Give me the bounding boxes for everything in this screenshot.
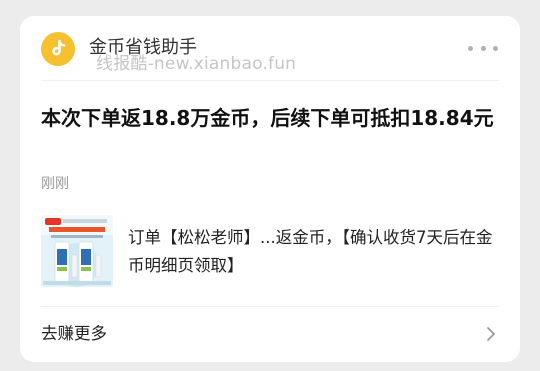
toothpaste-product-image[interactable]: [41, 215, 113, 287]
dot-icon: [468, 45, 473, 51]
earn-more-button[interactable]: 去赚更多: [20, 307, 520, 362]
more-options-button[interactable]: [468, 38, 498, 58]
dot-icon: [493, 45, 498, 51]
watermark-text: 线报酷-new.xianbao.fun: [96, 54, 297, 74]
chevron-right-icon: [487, 327, 495, 341]
message-time: 刚刚: [41, 176, 69, 192]
card-header: 金币省钱助手 线报酷-new.xianbao.fun: [20, 16, 520, 80]
notification-card[interactable]: 金币省钱助手 线报酷-new.xianbao.fun 本次下单返18.8万金币，…: [20, 16, 520, 362]
earn-more-label: 去赚更多: [41, 324, 107, 343]
divider: [41, 80, 499, 81]
message-title: 本次下单返18.8万金币，后续下单可抵扣18.84元: [41, 106, 494, 130]
message-description: 订单【松松老师】...返金币，【确认收货7天后在金币明细页领取】: [128, 228, 493, 275]
dot-icon: [480, 45, 486, 51]
tiktok-note-icon: [41, 32, 75, 66]
